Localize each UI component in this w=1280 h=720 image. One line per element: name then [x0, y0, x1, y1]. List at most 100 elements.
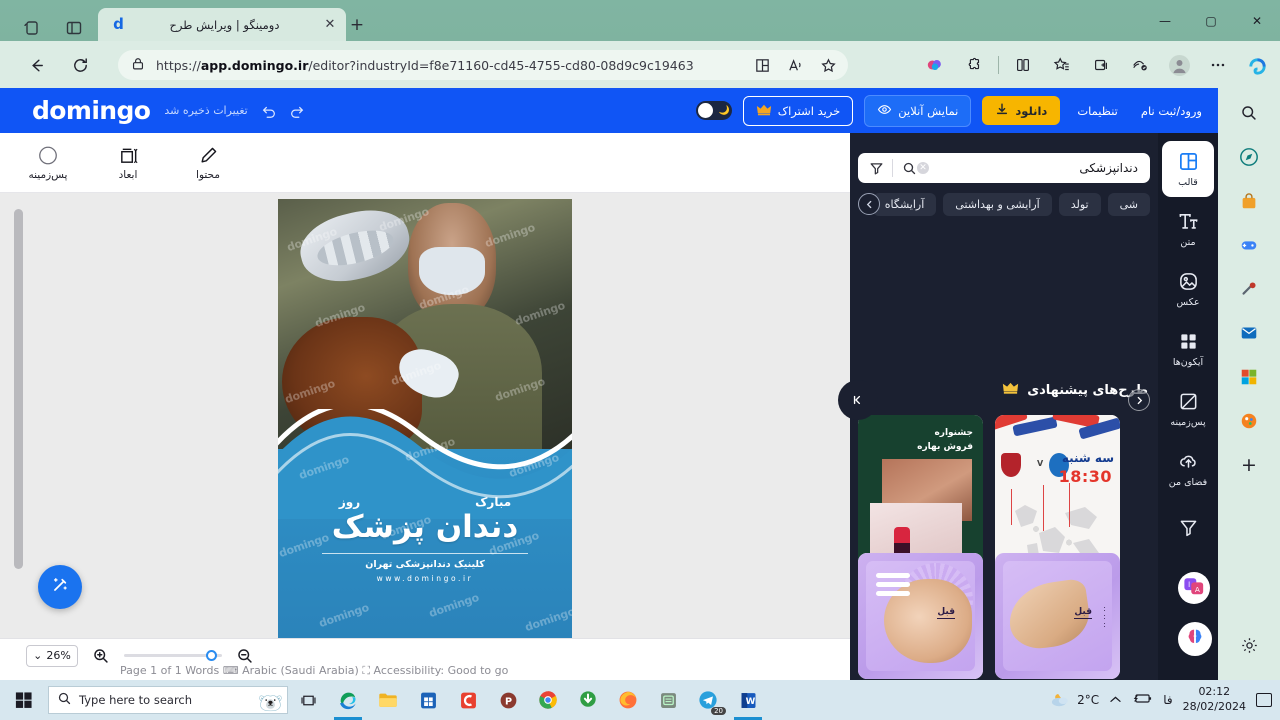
taskbar-app-telegram[interactable]: 20 — [688, 680, 728, 720]
panel-collapse-handle[interactable] — [838, 380, 878, 420]
favorite-star-icon[interactable] — [819, 56, 838, 75]
sidebar-item-my-space[interactable]: فضای من — [1162, 441, 1214, 497]
copilot-icon[interactable] — [22, 18, 42, 38]
office-icon[interactable] — [1234, 362, 1264, 392]
add-icon[interactable]: + — [1234, 450, 1264, 480]
chevron-up-icon[interactable] — [1109, 693, 1122, 707]
extensions-icon[interactable] — [959, 50, 989, 80]
taskbar-app-word[interactable]: W — [728, 680, 768, 720]
taskbar-search-box[interactable]: Type here to search 🐻‍❄️ — [48, 686, 288, 714]
template-search-box[interactable]: دندانپزشکی ✕ — [858, 153, 1150, 183]
translate-button[interactable]: اA — [1178, 572, 1210, 604]
read-aloud-icon[interactable] — [786, 56, 805, 75]
category-tab-shi[interactable]: شی — [1107, 192, 1150, 216]
reload-icon[interactable] — [68, 53, 92, 77]
carousel-next-button[interactable] — [1128, 389, 1150, 411]
more-icon[interactable] — [1203, 50, 1233, 80]
copilot-brain-icon[interactable] — [920, 50, 950, 80]
sidebar-item-filter[interactable] — [1162, 501, 1214, 557]
buy-subscription-button[interactable]: خرید اشتراک — [742, 95, 854, 126]
settings-button[interactable]: تنظیمات — [1071, 100, 1124, 122]
template-card-nose-before-after[interactable]: قبل ::: — [995, 553, 1120, 679]
tab-actions-icon[interactable] — [64, 18, 84, 38]
favorites-icon[interactable] — [1047, 50, 1077, 80]
browser-tab[interactable]: d دومینگو | ویرایش طرح ✕ — [98, 8, 346, 41]
zoom-level-select[interactable]: ⌄ 26% — [26, 644, 78, 667]
template-card-face-before-after[interactable]: قبل — [858, 553, 983, 679]
taskbar-app-camtasia[interactable] — [448, 680, 488, 720]
taskbar-app-idm[interactable] — [568, 680, 608, 720]
tool-content[interactable]: محتوا — [180, 144, 236, 181]
notification-icon[interactable] — [1256, 693, 1272, 707]
task-view-icon[interactable] — [288, 680, 328, 720]
undo-icon[interactable] — [260, 102, 278, 120]
split-screen-icon[interactable] — [753, 56, 772, 75]
download-button[interactable]: دانلود — [982, 96, 1061, 125]
windows-start-icon[interactable] — [0, 680, 48, 720]
ai-assistant-button[interactable] — [1178, 622, 1212, 656]
browser-essentials-icon[interactable] — [1125, 50, 1155, 80]
tool-dimensions[interactable]: ابعاد — [100, 144, 156, 181]
new-tab-button[interactable]: + — [348, 17, 366, 35]
taskbar-clock[interactable]: 02:12 28/02/2024 — [1183, 685, 1246, 715]
poster-design[interactable]: مبارک روز دندان پزشک کلینیک دندانپزشکی ت… — [278, 199, 572, 638]
taskbar-app-chrome[interactable] — [528, 680, 568, 720]
zoom-out-icon[interactable] — [236, 647, 254, 665]
zoom-slider-handle[interactable] — [206, 650, 217, 661]
grid-icon — [1177, 331, 1199, 353]
canvas-area[interactable]: مبارک روز دندان پزشک کلینیک دندانپزشکی ت… — [0, 193, 850, 638]
sidebar-item-template[interactable]: قالب — [1162, 141, 1214, 197]
settings-gear-icon[interactable] — [1234, 630, 1264, 660]
minimize-button[interactable]: — — [1142, 0, 1188, 41]
sidebar-label-background: پس‌زمینه — [1170, 416, 1206, 428]
copilot-sidebar-icon[interactable] — [1242, 50, 1272, 80]
profile-icon[interactable] — [1164, 50, 1194, 80]
taskbar-app-firefox[interactable] — [608, 680, 648, 720]
eye-icon — [877, 102, 892, 120]
zoom-in-icon[interactable] — [92, 647, 110, 665]
tools-icon[interactable] — [1234, 274, 1264, 304]
canvas-vertical-scrollbar[interactable] — [14, 209, 23, 569]
sidebar-item-text[interactable]: متن — [1162, 201, 1214, 257]
outlook-icon[interactable] — [1234, 318, 1264, 348]
theme-toggle[interactable]: 🌙 — [695, 101, 732, 120]
category-tab-beauty-health[interactable]: آرایشی و بهداشتی — [943, 192, 1052, 216]
clear-icon[interactable]: ✕ — [917, 162, 929, 174]
taskbar-app-edge[interactable] — [328, 680, 368, 720]
battery-charging-icon[interactable] — [1132, 692, 1153, 708]
search-input[interactable]: دندانپزشکی — [933, 161, 1140, 175]
discover-icon[interactable] — [1234, 142, 1264, 172]
taskbar-app-microsoft-store[interactable] — [408, 680, 448, 720]
taskbar-app-notes[interactable] — [648, 680, 688, 720]
language-indicator[interactable]: فا — [1163, 693, 1172, 707]
magic-wand-button[interactable] — [38, 565, 82, 609]
category-tab-tavallod[interactable]: تولد — [1058, 192, 1101, 216]
redo-icon[interactable] — [288, 102, 306, 120]
filter-icon[interactable] — [868, 160, 884, 176]
sidebar-item-icons[interactable]: آیکون‌ها — [1162, 321, 1214, 377]
taskbar-app-file-explorer[interactable] — [368, 680, 408, 720]
sidebar-item-image[interactable]: عکس — [1162, 261, 1214, 317]
search-icon[interactable] — [1234, 98, 1264, 128]
address-bar[interactable]: https://app.domingo.ir/editor?industryId… — [118, 50, 848, 80]
maximize-button[interactable]: ▢ — [1188, 0, 1234, 41]
weather-widget[interactable]: 2°C — [1048, 690, 1099, 711]
login-register-button[interactable]: ورود/ثبت نام — [1135, 100, 1208, 122]
online-preview-button[interactable]: نمایش آنلاین — [864, 94, 972, 127]
taskbar-app-photoscape[interactable]: P — [488, 680, 528, 720]
shopping-bag-icon[interactable] — [1234, 186, 1264, 216]
sidebar-item-background[interactable]: پس‌زمینه — [1162, 381, 1214, 437]
close-icon[interactable]: ✕ — [322, 17, 338, 33]
split-screen-icon[interactable] — [1008, 50, 1038, 80]
tool-background[interactable]: پس‌زمینه — [20, 144, 76, 181]
games-icon[interactable] — [1234, 230, 1264, 260]
category-tab-salon[interactable]: آرایشگاه — [872, 192, 937, 216]
collections-icon[interactable] — [1086, 50, 1116, 80]
app-logo[interactable]: domingo — [32, 96, 151, 125]
paint-icon[interactable] — [1234, 406, 1264, 436]
category-prev-button[interactable] — [858, 193, 880, 215]
zoom-slider[interactable] — [124, 650, 222, 661]
back-icon[interactable] — [24, 53, 48, 77]
search-icon[interactable] — [901, 160, 917, 176]
window-close-button[interactable]: ✕ — [1234, 0, 1280, 41]
